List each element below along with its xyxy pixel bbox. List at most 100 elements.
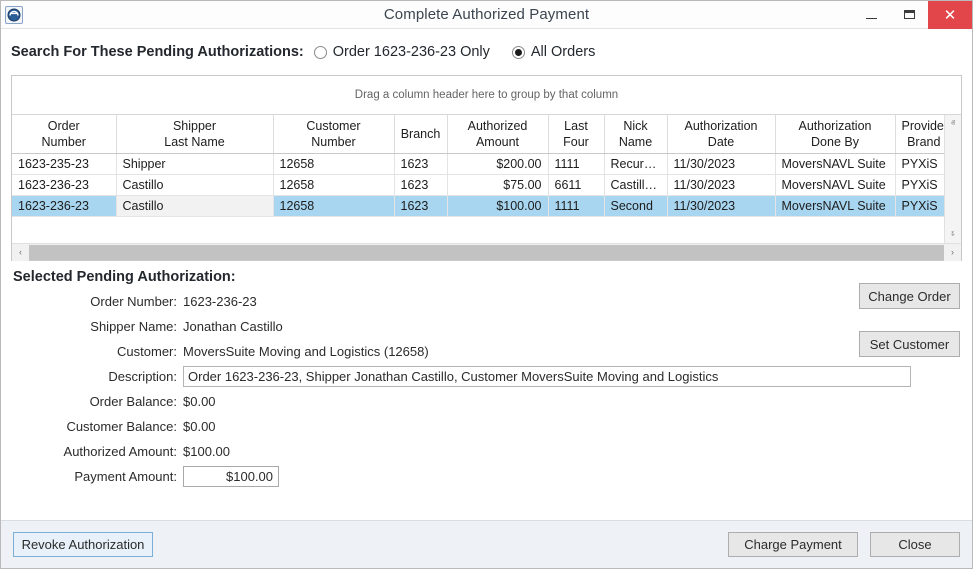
grid-body-area: OrderNumber ShipperLast Name CustomerNum… [12, 115, 961, 243]
cell-shipper-last-name: Castillo [116, 195, 273, 216]
table-row-selected[interactable]: 1623-236-23 Castillo 12658 1623 $100.00 … [12, 195, 944, 216]
cell-provider-brand: PYXiS [895, 195, 944, 216]
grid-horizontal-scrollbar[interactable]: ‹ › [12, 243, 961, 260]
col-header-last-four[interactable]: LastFour [548, 115, 604, 153]
set-customer-button[interactable]: Set Customer [859, 331, 960, 357]
cell-authorized-amount: $100.00 [447, 195, 548, 216]
value-authorized-amount: $100.00 [183, 444, 230, 459]
label-customer-balance: Customer Balance: [11, 419, 183, 434]
radio-order-only-indicator[interactable] [314, 46, 327, 59]
details-heading: Selected Pending Authorization: [13, 269, 962, 285]
field-order-number: Order Number: 1623-236-23 [11, 289, 962, 314]
cell-authorization-done-by: MoversNAVL Suite [775, 174, 895, 195]
col-header-nick-name[interactable]: NickName [604, 115, 667, 153]
cell-nick-name: Recurri... [604, 153, 667, 174]
cell-last-four: 1111 [548, 153, 604, 174]
grid-columns-area: OrderNumber ShipperLast Name CustomerNum… [12, 115, 944, 243]
table-row[interactable]: 1623-236-23 Castillo 12658 1623 $75.00 6… [12, 174, 944, 195]
col-header-customer-number[interactable]: CustomerNumber [273, 115, 394, 153]
value-customer: MoversSuite Moving and Logistics (12658) [183, 344, 429, 359]
cell-authorization-date: 11/30/2023 [667, 195, 775, 216]
col-header-authorization-date[interactable]: AuthorizationDate [667, 115, 775, 153]
cell-branch: 1623 [394, 174, 447, 195]
label-payment-amount: Payment Amount: [11, 469, 183, 484]
minimize-button[interactable] [852, 1, 890, 29]
maximize-button[interactable] [890, 1, 928, 29]
cell-provider-brand: PYXiS [895, 174, 944, 195]
cell-branch: 1623 [394, 195, 447, 216]
cell-customer-number: 12658 [273, 195, 394, 216]
cell-last-four: 6611 [548, 174, 604, 195]
value-customer-balance: $0.00 [183, 419, 216, 434]
label-order-number: Order Number: [11, 294, 183, 309]
search-filter-row: Search For These Pending Authorizations:… [11, 29, 962, 75]
cell-customer-number: 12658 [273, 153, 394, 174]
col-header-branch[interactable]: Branch [394, 115, 447, 153]
field-customer: Customer: MoversSuite Moving and Logisti… [11, 339, 962, 364]
cell-nick-name: Second [604, 195, 667, 216]
table-header-row: OrderNumber ShipperLast Name CustomerNum… [12, 115, 944, 153]
col-header-order-number[interactable]: OrderNumber [12, 115, 116, 153]
cell-nick-name: Castillo... [604, 174, 667, 195]
revoke-authorization-button[interactable]: Revoke Authorization [13, 532, 153, 557]
change-order-button[interactable]: Change Order [859, 283, 960, 309]
payment-amount-input[interactable]: $100.00 [183, 466, 279, 487]
scroll-right-icon[interactable]: › [944, 244, 961, 261]
cell-customer-number: 12658 [273, 174, 394, 195]
maximize-icon [904, 10, 915, 19]
cell-authorization-done-by: MoversNAVL Suite [775, 195, 895, 216]
window-content: Search For These Pending Authorizations:… [1, 29, 972, 520]
close-dialog-button[interactable]: Close [870, 532, 960, 557]
description-input[interactable]: Order 1623-236-23, Shipper Jonathan Cast… [183, 366, 911, 387]
col-header-shipper-last-name[interactable]: ShipperLast Name [116, 115, 273, 153]
label-authorized-amount: Authorized Amount: [11, 444, 183, 459]
cell-order-number: 1623-236-23 [12, 174, 116, 195]
cell-branch: 1623 [394, 153, 447, 174]
field-shipper-name: Shipper Name: Jonathan Castillo [11, 314, 962, 339]
field-customer-balance: Customer Balance: $0.00 [11, 414, 962, 439]
cell-provider-brand: PYXiS [895, 153, 944, 174]
radio-all-orders[interactable]: All Orders [512, 44, 595, 60]
grid-vertical-scrollbar[interactable]: ⱏ ⱛ [944, 115, 961, 243]
col-header-authorized-amount[interactable]: AuthorizedAmount [447, 115, 548, 153]
label-shipper-name: Shipper Name: [11, 319, 183, 334]
cell-authorization-done-by: MoversNAVL Suite [775, 153, 895, 174]
label-order-balance: Order Balance: [11, 394, 183, 409]
cell-last-four: 1111 [548, 195, 604, 216]
search-filter-label: Search For These Pending Authorizations: [11, 44, 304, 60]
group-by-panel[interactable]: Drag a column header here to group by th… [12, 76, 961, 115]
charge-payment-button[interactable]: Charge Payment [728, 532, 858, 557]
pending-authorizations-grid: Drag a column header here to group by th… [11, 75, 962, 261]
title-bar: Complete Authorized Payment ✕ [1, 1, 972, 29]
cell-shipper-last-name: Castillo [116, 174, 273, 195]
selected-authorization-details: Selected Pending Authorization: Order Nu… [11, 261, 962, 520]
value-order-number: 1623-236-23 [183, 294, 257, 309]
value-shipper-name: Jonathan Castillo [183, 319, 283, 334]
complete-authorized-payment-window: Complete Authorized Payment ✕ Search For… [0, 0, 973, 569]
cell-authorized-amount: $200.00 [447, 153, 548, 174]
details-side-buttons: Change Order Set Customer [859, 283, 960, 357]
minimize-icon [866, 18, 877, 19]
table-row[interactable]: 1623-235-23 Shipper 12658 1623 $200.00 1… [12, 153, 944, 174]
field-description: Description: Order 1623-236-23, Shipper … [11, 364, 962, 389]
radio-order-only-label: Order 1623-236-23 Only [333, 44, 490, 60]
window-title: Complete Authorized Payment [1, 6, 972, 23]
radio-all-orders-indicator[interactable] [512, 46, 525, 59]
col-header-provider-brand[interactable]: ProviderBrand [895, 115, 944, 153]
col-header-authorization-done-by[interactable]: AuthorizationDone By [775, 115, 895, 153]
value-order-balance: $0.00 [183, 394, 216, 409]
window-controls: ✕ [852, 1, 972, 29]
hscroll-thumb[interactable] [29, 245, 944, 260]
scroll-left-icon[interactable]: ‹ [12, 244, 29, 261]
scroll-down-icon[interactable]: ⱛ [945, 226, 962, 243]
cell-order-number: 1623-236-23 [12, 195, 116, 216]
table-body: 1623-235-23 Shipper 12658 1623 $200.00 1… [12, 153, 944, 216]
field-authorized-amount: Authorized Amount: $100.00 [11, 439, 962, 464]
label-customer: Customer: [11, 344, 183, 359]
radio-order-only[interactable]: Order 1623-236-23 Only [314, 44, 490, 60]
scroll-up-icon[interactable]: ⱏ [945, 115, 962, 132]
cell-shipper-last-name: Shipper [116, 153, 273, 174]
dialog-footer: Revoke Authorization Charge Payment Clos… [1, 520, 972, 568]
close-button[interactable]: ✕ [928, 1, 972, 29]
cell-order-number: 1623-235-23 [12, 153, 116, 174]
